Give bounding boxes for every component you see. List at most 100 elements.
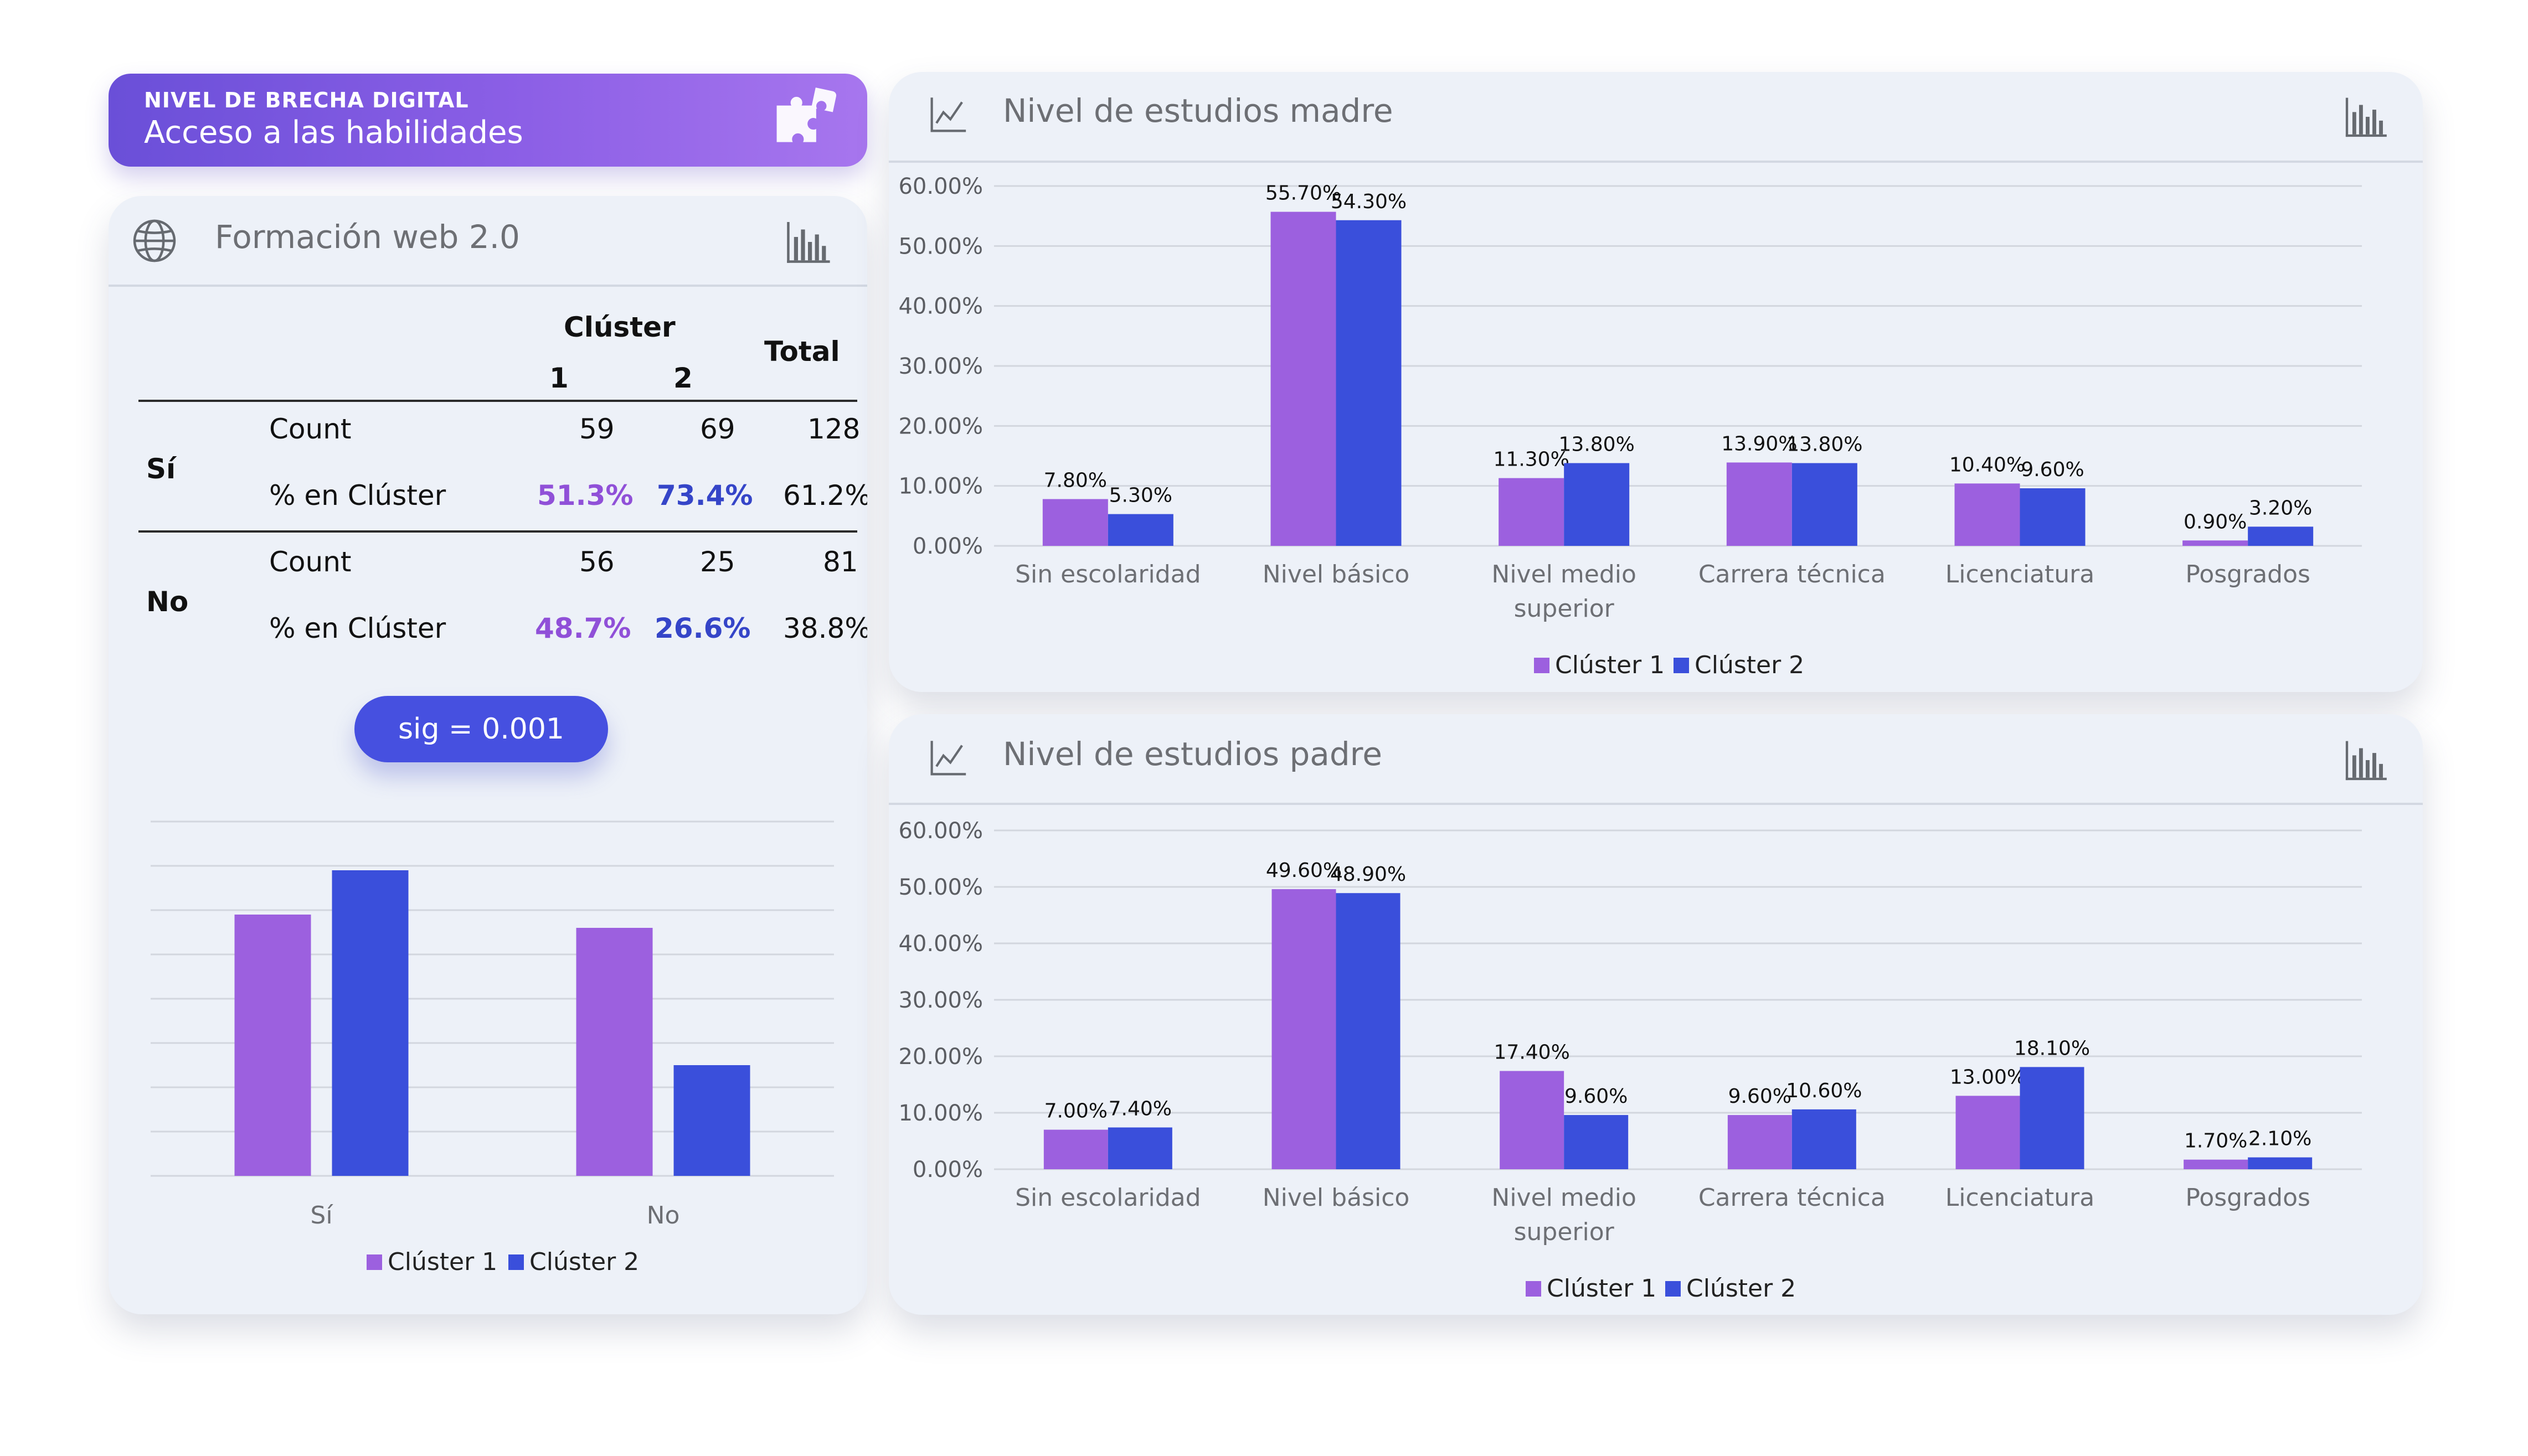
- bar-cluster1: [1726, 462, 1792, 546]
- madre-bar-chart: 0.00% 10.00% 20.00% 30.00% 40.00% 50.00% 60.00…: [898, 174, 2362, 679]
- bar-cluster2: [1564, 463, 1630, 546]
- legend-swatch: [1534, 658, 1549, 673]
- bar-cluster2: [1564, 1115, 1629, 1169]
- cell-pct-cluster2: 26.6%: [655, 612, 751, 644]
- legend-swatch: [1674, 658, 1689, 673]
- x-tick-label: Carrera técnica: [1698, 560, 1886, 588]
- cell-count: 56: [579, 546, 615, 578]
- row-group-no: No: [146, 586, 189, 618]
- data-label: 11.30%: [1494, 448, 1569, 471]
- bar-chart-icon[interactable]: [783, 217, 833, 267]
- bar-cluster2: [2020, 1067, 2084, 1169]
- y-tick-label: 10.00%: [898, 1101, 983, 1126]
- padre-bar-chart: 0.00% 10.00% 20.00% 30.00% 40.00% 50.00% 60.00…: [898, 818, 2362, 1303]
- bar-cluster2: [1336, 893, 1401, 1169]
- data-label: 7.80%: [1044, 469, 1107, 492]
- bar-cluster2: [2248, 1157, 2313, 1169]
- data-label: 1.70%: [2184, 1130, 2247, 1153]
- legend-label: Clúster 1: [1547, 1274, 1656, 1303]
- bar-cluster2: [1791, 463, 1857, 546]
- data-label: 9.60%: [1728, 1085, 1791, 1108]
- data-label: 2.10%: [2248, 1128, 2311, 1150]
- x-tick-label: Licenciatura: [1945, 560, 2094, 588]
- col-header-1: 1: [549, 362, 569, 394]
- cell-pct-total: 38.8%: [783, 612, 867, 644]
- legend-swatch: [1526, 1281, 1541, 1297]
- cluster-header: Clúster: [564, 311, 676, 343]
- data-label: 9.60%: [1564, 1085, 1628, 1108]
- data-label: 17.40%: [1494, 1041, 1570, 1064]
- legend-label: Clúster 2: [1686, 1274, 1796, 1303]
- col-header-2: 2: [673, 362, 693, 394]
- y-tick-label: 10.00%: [898, 474, 983, 499]
- cell-count-total: 128: [807, 413, 861, 445]
- legend-label: Clúster 2: [529, 1248, 639, 1276]
- cell-count: 25: [700, 546, 735, 578]
- bar-cluster1: [1727, 1115, 1792, 1169]
- bar-chart-icon[interactable]: [2342, 93, 2390, 141]
- bar-cluster2: [1336, 220, 1402, 546]
- bar-cluster2: [2248, 526, 2314, 546]
- web-bar-chart: Sí No Clúster 1 Clúster 2: [151, 820, 834, 1276]
- data-label: 13.80%: [1786, 433, 1862, 456]
- puzzle-icon: [776, 87, 837, 142]
- cell-pct-cluster1: 48.7%: [535, 612, 631, 644]
- data-label: 48.90%: [1330, 863, 1406, 886]
- y-tick-label: 50.00%: [898, 875, 983, 900]
- bar-cluster1: [1043, 1129, 1108, 1169]
- data-label: 3.20%: [2249, 497, 2312, 519]
- x-tick-label: Sin escolaridad: [1015, 560, 1201, 588]
- legend-label: Clúster 1: [1555, 651, 1665, 679]
- madre-card-title: Nivel de estudios madre: [1003, 92, 1393, 130]
- bar-chart-icon[interactable]: [2342, 736, 2390, 784]
- x-tick-label: Nivel medio: [1491, 560, 1636, 588]
- banner-title: Acceso a las habilidades: [144, 115, 523, 151]
- bar-cluster1: [576, 928, 653, 1176]
- table-rule: [138, 400, 857, 402]
- x-tick-label: Sí: [310, 1201, 333, 1230]
- y-tick-label: 30.00%: [898, 988, 983, 1013]
- section-banner: NIVEL DE BRECHA DIGITAL Acceso a las hab…: [109, 74, 867, 167]
- cell-pct-cluster1: 51.3%: [537, 479, 634, 512]
- bar-cluster1: [1955, 1096, 2020, 1169]
- bar-cluster1: [1270, 211, 1336, 546]
- bar-cluster2: [1108, 514, 1173, 546]
- bar-cluster1: [1271, 889, 1336, 1169]
- bar-cluster1: [2182, 540, 2248, 546]
- bar-cluster1: [234, 915, 311, 1176]
- data-label: 54.30%: [1331, 190, 1407, 213]
- x-tick-label: Sin escolaridad: [1015, 1184, 1201, 1212]
- sig-badge[interactable]: sig = 0.001: [354, 696, 608, 762]
- total-header: Total: [764, 335, 840, 368]
- padre-card-title: Nivel de estudios padre: [1003, 735, 1382, 773]
- legend-swatch: [508, 1254, 524, 1270]
- y-tick-label: 50.00%: [898, 234, 983, 259]
- y-tick-label: 40.00%: [898, 931, 983, 957]
- data-label: 10.40%: [1949, 453, 2025, 476]
- madre-card-header: Nivel de estudios madre: [889, 72, 2423, 163]
- cell-count: 69: [700, 413, 735, 445]
- y-tick-label: 20.00%: [898, 414, 983, 439]
- legend-swatch: [367, 1254, 382, 1270]
- data-label: 10.60%: [1786, 1080, 1862, 1102]
- data-label: 13.80%: [1559, 433, 1635, 456]
- x-tick-label: Nivel medio: [1491, 1184, 1636, 1212]
- bar-cluster1: [2184, 1159, 2248, 1169]
- row-label-pct: % en Clúster: [269, 479, 446, 512]
- legend-label: Clúster 1: [388, 1248, 497, 1276]
- x-tick-label: superior: [1514, 595, 1615, 623]
- bar-cluster2: [332, 870, 409, 1176]
- data-label: 13.90%: [1721, 432, 1797, 455]
- padre-card-header: Nivel de estudios padre: [889, 714, 2423, 805]
- globe-icon: [133, 219, 176, 262]
- data-label: 18.10%: [2014, 1037, 2090, 1060]
- web-card-title: Formación web 2.0: [215, 218, 520, 256]
- row-label-pct: % en Clúster: [269, 612, 446, 644]
- data-label: 13.00%: [1950, 1066, 2026, 1088]
- banner-kicker: NIVEL DE BRECHA DIGITAL: [144, 88, 469, 112]
- data-label: 7.00%: [1044, 1100, 1108, 1123]
- cell-count-total: 81: [823, 546, 858, 578]
- y-tick-label: 0.00%: [913, 534, 983, 559]
- x-tick-label: Nivel básico: [1263, 560, 1410, 588]
- y-tick-label: 30.00%: [898, 354, 983, 379]
